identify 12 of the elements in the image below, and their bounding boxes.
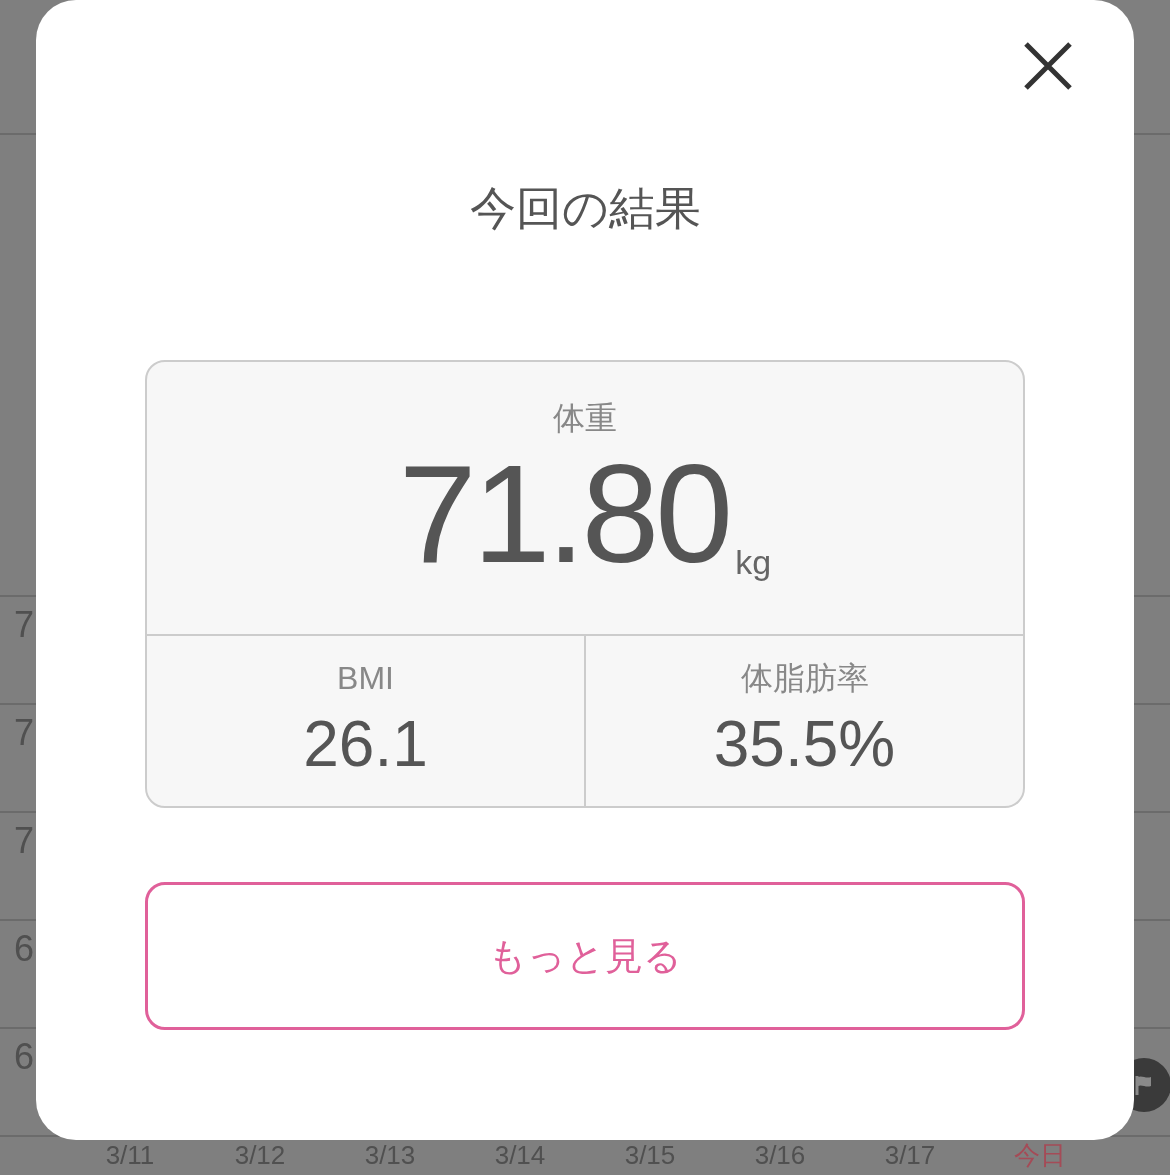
flag-icon	[1134, 1074, 1154, 1096]
metric-label: 体脂肪率	[740, 659, 869, 698]
metric-value: 35.5%	[713, 707, 896, 782]
see-more-button[interactable]: もっと見る	[145, 882, 1025, 1030]
weight-label: 体重	[553, 399, 617, 438]
metric-value: 26.1	[303, 707, 428, 782]
dialog-title: 今回の結果	[469, 181, 701, 236]
weight-value: 71.80	[398, 444, 730, 584]
close-icon	[1023, 41, 1073, 91]
weight-unit: kg	[735, 542, 772, 582]
close-button[interactable]	[1022, 40, 1074, 92]
metric-label: BMI	[337, 659, 394, 698]
